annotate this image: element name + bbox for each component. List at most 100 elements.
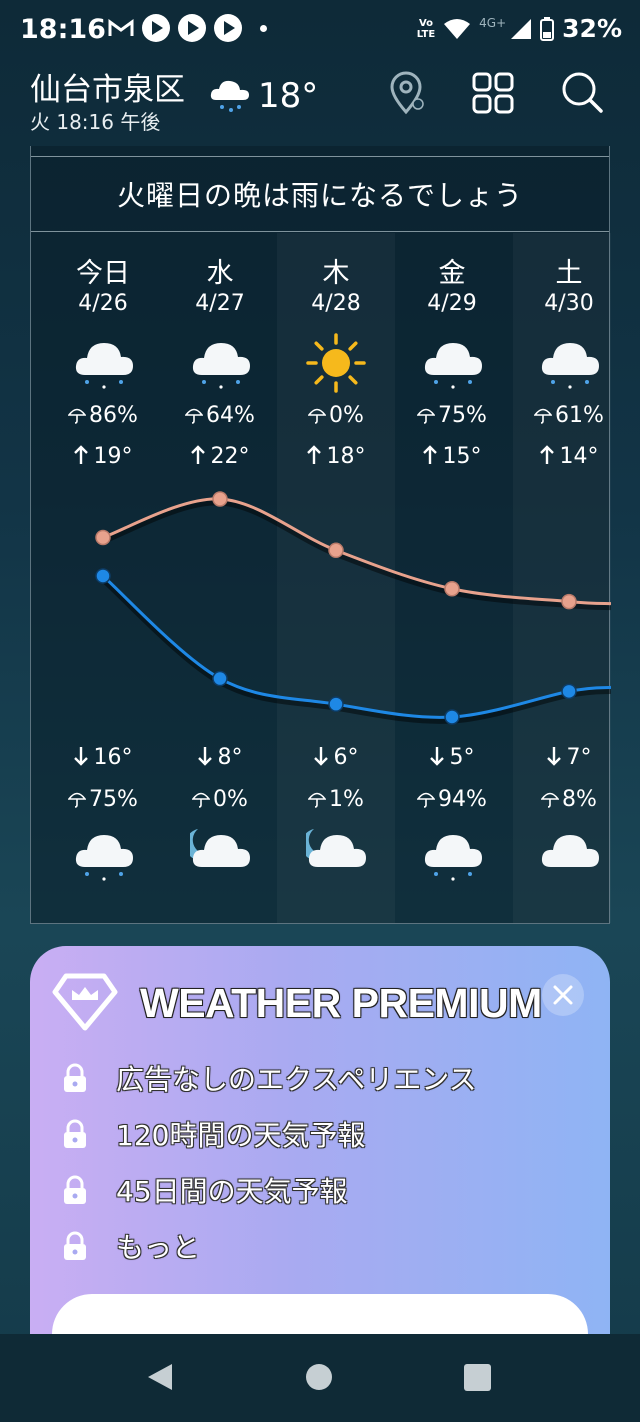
arrow-up-icon [190, 445, 205, 464]
umbrella-icon [540, 792, 560, 808]
day-rain-chance: 75% [394, 403, 510, 428]
recent-apps-icon[interactable] [464, 1364, 491, 1391]
play-notification-icon [178, 14, 206, 42]
day-weather-icon [422, 333, 484, 397]
cloud-rain-icon [75, 835, 133, 881]
high-temp-point [95, 529, 111, 546]
day-date: 4/26 [78, 291, 128, 316]
location-pin-icon[interactable] [382, 68, 430, 116]
night-weather-icon [73, 825, 135, 889]
night-weather-icon [301, 825, 368, 889]
day-high-temp: 18° [278, 444, 394, 469]
arrow-down-icon [546, 747, 561, 766]
premium-feature-item: もっと [62, 1224, 200, 1268]
day-name: 今日 [76, 258, 130, 289]
cloud-rain-icon [210, 80, 249, 112]
close-icon[interactable] [542, 974, 584, 1016]
high-temp-point [212, 491, 228, 507]
day-name: 金 [438, 258, 466, 289]
lock-icon [64, 1119, 86, 1148]
location-name[interactable]: 仙台市泉区 [30, 64, 185, 109]
umbrella-icon [307, 792, 327, 808]
search-icon[interactable] [558, 68, 606, 116]
moon-cloud-icon [185, 829, 250, 867]
low-temp-point [328, 696, 344, 712]
umbrella-icon [416, 408, 436, 424]
high-temp-line [102, 497, 611, 606]
day-weather-icon [73, 333, 135, 397]
day-rain-chance: 64% [162, 403, 278, 428]
arrow-down-icon [197, 747, 212, 766]
notification-icons [108, 14, 267, 42]
location-time: 火 18:16 午後 [30, 110, 161, 134]
current-temperature: 18° [258, 76, 319, 116]
day-name: 水 [206, 258, 234, 289]
umbrella-icon [533, 408, 553, 424]
cloud-icon [541, 835, 599, 867]
day-weather-icon [306, 333, 368, 397]
low-temp-point [212, 670, 228, 687]
night-rain-chance: 0% [162, 787, 278, 812]
arrow-up-icon [422, 445, 437, 464]
day-date: 4/30 [544, 291, 594, 316]
premium-feature-label: 45日間の天気予報 [116, 1175, 348, 1208]
status-bar: 18:16 Vo LTE 4G+ 32% [0, 0, 640, 60]
cell-signal-icon [511, 18, 532, 39]
day-low-temp: 8° [162, 745, 278, 770]
premium-feature-item: 広告なしのエクスペリエンス [62, 1056, 477, 1100]
premium-feature-item: 45日間の天気予報 [62, 1168, 348, 1212]
gmail-icon [108, 19, 134, 36]
lock-icon [64, 1175, 86, 1204]
night-weather-icon [422, 825, 484, 889]
premium-promo-card[interactable]: WEATHER PREMIUM 広告なしのエクスペリエンス 120時間の天気予報 4… [30, 946, 610, 1366]
premium-feature-item: 120時間の天気予報 [62, 1112, 365, 1156]
home-icon[interactable] [306, 1364, 332, 1390]
moon-cloud-icon [301, 829, 366, 867]
status-right: Vo LTE 4G+ 32% [417, 14, 622, 43]
day-weather-icon [539, 333, 601, 397]
umbrella-icon [191, 792, 211, 808]
high-temp-point [444, 581, 460, 597]
day-date: 4/27 [195, 291, 245, 316]
back-icon[interactable] [146, 1362, 174, 1392]
umbrella-icon [67, 792, 87, 808]
app-header: 仙台市泉区 火 18:16 午後 18° [0, 60, 640, 148]
grid-menu-icon[interactable] [470, 68, 518, 116]
umbrella-icon [416, 792, 436, 808]
low-temp-line [102, 574, 611, 719]
arrow-down-icon [73, 747, 88, 766]
premium-diamond-icon [52, 973, 118, 1031]
network-type: 4G+ [479, 15, 507, 30]
wifi-icon [444, 18, 471, 39]
day-name: 土 [555, 258, 583, 289]
day-low-temp: 5° [394, 745, 510, 770]
premium-feature-label: 120時間の天気予報 [116, 1119, 366, 1152]
umbrella-icon [184, 408, 204, 424]
high-temp-point [328, 542, 344, 559]
day-low-temp: 7° [511, 745, 627, 770]
umbrella-icon [307, 408, 327, 424]
night-weather-icon [539, 825, 601, 889]
lock-icon [64, 1231, 86, 1260]
arrow-down-icon [313, 747, 328, 766]
low-temp-point [95, 568, 111, 584]
high-temp-point [561, 593, 577, 610]
low-temp-point [561, 683, 577, 700]
status-time: 18:16 [20, 14, 106, 45]
play-notification-icon [142, 14, 170, 42]
day-date: 4/29 [427, 291, 477, 316]
arrow-down-icon [429, 747, 444, 766]
premium-feature-label: もっと [116, 1231, 201, 1264]
day-rain-chance: 0% [278, 403, 394, 428]
cloud-rain-icon [75, 343, 133, 389]
arrow-up-icon [539, 445, 554, 464]
day-high-temp: 14° [511, 444, 627, 469]
night-rain-chance: 94% [394, 787, 510, 812]
sun-icon [306, 333, 366, 393]
day-rain-chance: 61% [511, 403, 627, 428]
cloud-rain-icon [424, 343, 482, 389]
battery-percent: 32% [562, 14, 622, 43]
play-notification-icon [214, 14, 242, 42]
cloud-rain-icon [541, 343, 599, 389]
day-date: 4/28 [311, 291, 361, 316]
